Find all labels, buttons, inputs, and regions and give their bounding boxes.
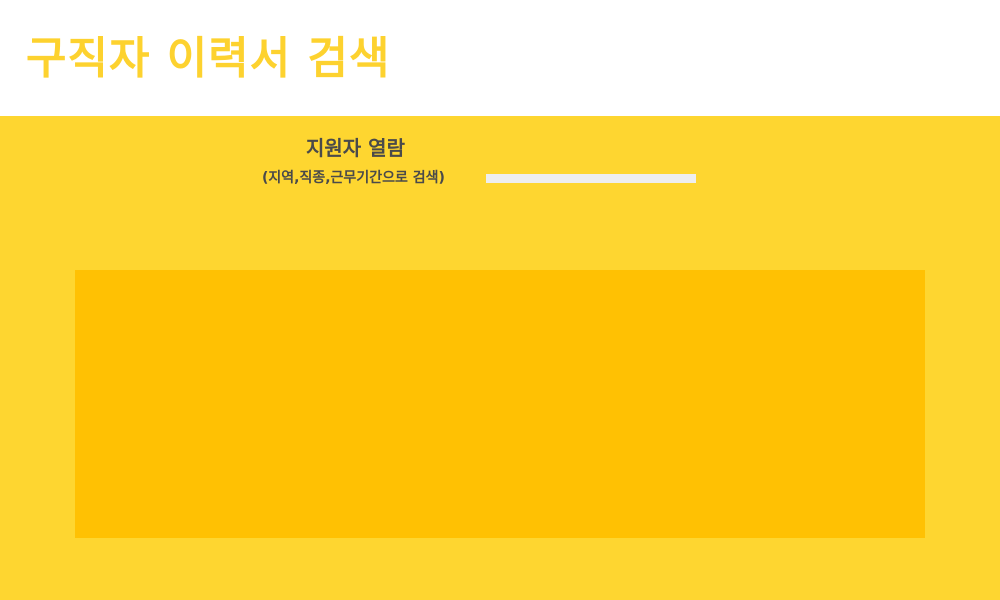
results-panel [75,270,925,538]
page-title: 구직자 이력서 검색 [26,33,391,84]
main-section: 지원자 열람 (지역,직종,근무기간으로 검색) [0,116,1000,600]
search-hint-label: (지역,직종,근무기간으로 검색) [262,170,445,186]
header-bar: 구직자 이력서 검색 [0,0,1000,116]
search-input[interactable] [486,174,696,183]
section-title: 지원자 열람 [306,136,405,160]
